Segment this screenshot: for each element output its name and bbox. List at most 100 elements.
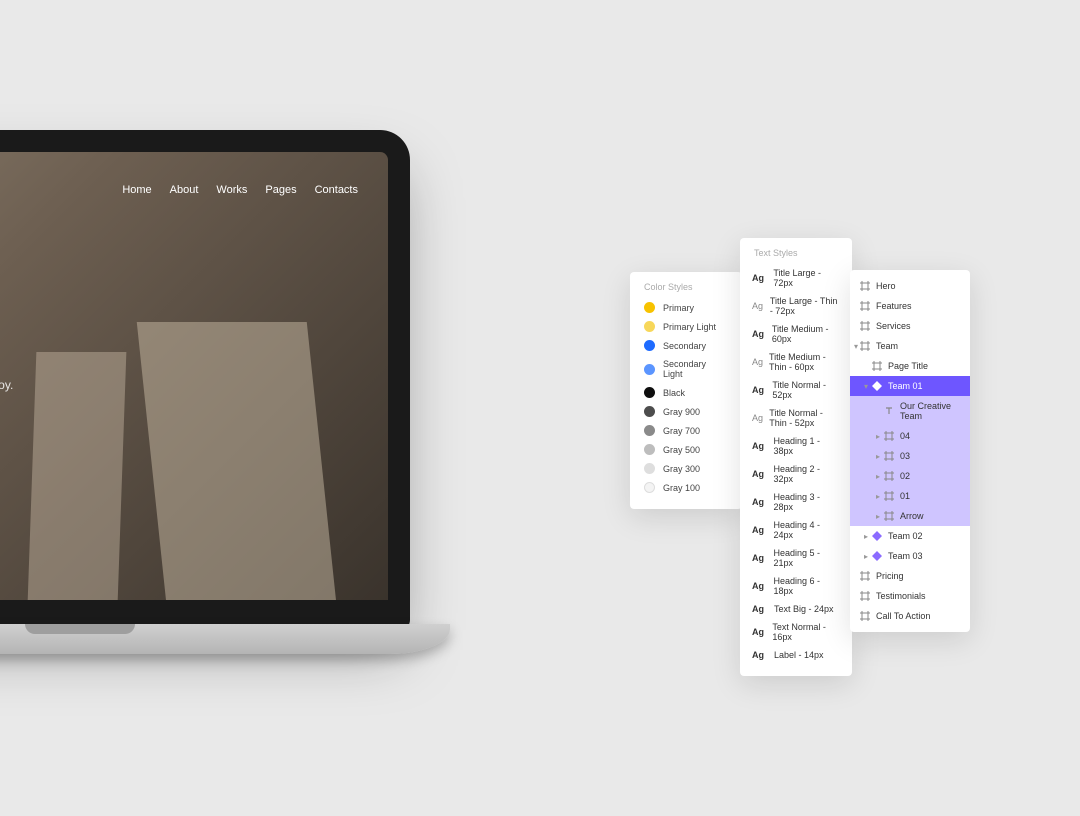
color-swatch-icon <box>644 444 655 455</box>
layer-row-testimonials[interactable]: Testimonials <box>850 586 970 606</box>
color-swatch-icon <box>644 425 655 436</box>
text-style-row[interactable]: Ag Title Large - 72px <box>740 264 852 292</box>
component-icon <box>872 531 882 541</box>
website-preview: Home About Works Pages Contacts r best i… <box>0 152 388 600</box>
text-style-row[interactable]: Ag Heading 5 - 21px <box>740 544 852 572</box>
layers-panel: Hero Features Services▾ Team Page Title▾… <box>850 270 970 632</box>
text-style-label: Label - 14px <box>774 650 824 660</box>
color-swatch-icon <box>644 340 655 351</box>
text-icon <box>884 406 894 416</box>
text-style-row[interactable]: Ag Title Medium - Thin - 60px <box>740 348 852 376</box>
layer-label: 03 <box>900 451 910 461</box>
layer-row-page-title[interactable]: Page Title <box>850 356 970 376</box>
text-style-row[interactable]: Ag Title Large - Thin - 72px <box>740 292 852 320</box>
text-style-row[interactable]: Ag Heading 1 - 38px <box>740 432 852 460</box>
text-style-row[interactable]: Ag Title Normal - 52px <box>740 376 852 404</box>
layer-row-hero[interactable]: Hero <box>850 276 970 296</box>
color-style-row[interactable]: Gray 900 <box>630 402 742 421</box>
layer-row-03[interactable]: ▸ 03 <box>850 446 970 466</box>
ag-sample-icon: Ag <box>752 553 768 563</box>
caret-icon[interactable]: ▾ <box>854 342 858 351</box>
text-style-label: Text Big - 24px <box>774 604 834 614</box>
text-style-row[interactable]: Ag Text Normal - 16px <box>740 618 852 646</box>
frame-icon <box>860 591 870 601</box>
nav-link-about[interactable]: About <box>170 184 199 196</box>
color-style-row[interactable]: Gray 500 <box>630 440 742 459</box>
layer-label: Arrow <box>900 511 924 521</box>
component-icon <box>872 381 882 391</box>
text-style-row[interactable]: Ag Heading 2 - 32px <box>740 460 852 488</box>
layer-label: Pricing <box>876 571 904 581</box>
ag-sample-icon: Ag <box>752 329 766 339</box>
text-style-label: Title Normal - Thin - 52px <box>769 408 840 428</box>
layer-row-pricing[interactable]: Pricing <box>850 566 970 586</box>
ag-sample-icon: Ag <box>752 273 767 283</box>
layer-row-our-creative-team[interactable]: Our Creative Team <box>850 396 970 426</box>
layer-label: Services <box>876 321 911 331</box>
layer-row-04[interactable]: ▸ 04 <box>850 426 970 446</box>
frame-icon <box>884 511 894 521</box>
text-style-label: Title Medium - 60px <box>772 324 840 344</box>
caret-icon[interactable]: ▸ <box>864 552 868 561</box>
laptop-notch <box>25 624 135 634</box>
color-style-row[interactable]: Gray 700 <box>630 421 742 440</box>
color-swatch-icon <box>644 463 655 474</box>
ag-sample-icon: Ag <box>752 441 768 451</box>
frame-icon <box>884 451 894 461</box>
caret-icon[interactable]: ▸ <box>876 512 880 521</box>
caret-icon[interactable]: ▸ <box>876 472 880 481</box>
frame-icon <box>860 341 870 351</box>
frame-icon <box>860 321 870 331</box>
layer-row-features[interactable]: Features <box>850 296 970 316</box>
layer-label: Features <box>876 301 912 311</box>
layer-row-team-02[interactable]: ▸ Team 02 <box>850 526 970 546</box>
layer-row-services[interactable]: Services <box>850 316 970 336</box>
layer-row-02[interactable]: ▸ 02 <box>850 466 970 486</box>
nav-link-home[interactable]: Home <box>122 184 151 196</box>
color-style-row[interactable]: Primary <box>630 298 742 317</box>
caret-icon[interactable]: ▸ <box>864 532 868 541</box>
nav-link-works[interactable]: Works <box>216 184 247 196</box>
layer-row-call-to-action[interactable]: Call To Action <box>850 606 970 626</box>
layer-row-team-03[interactable]: ▸ Team 03 <box>850 546 970 566</box>
text-style-row[interactable]: Ag Heading 4 - 24px <box>740 516 852 544</box>
laptop-mockup: Home About Works Pages Contacts r best i… <box>0 130 450 670</box>
layer-row-team-01[interactable]: ▾ Team 01 <box>850 376 970 396</box>
caret-icon[interactable]: ▸ <box>876 432 880 441</box>
text-style-row[interactable]: Ag Text Big - 24px <box>740 600 852 618</box>
nav-link-pages[interactable]: Pages <box>265 184 296 196</box>
laptop-bezel: Home About Works Pages Contacts r best i… <box>0 130 410 630</box>
color-style-row[interactable]: Secondary Light <box>630 355 742 383</box>
layer-label: 02 <box>900 471 910 481</box>
text-style-row[interactable]: Ag Title Normal - Thin - 52px <box>740 404 852 432</box>
caret-icon[interactable]: ▸ <box>876 452 880 461</box>
layer-row-team[interactable]: ▾ Team <box>850 336 970 356</box>
nav-link-contacts[interactable]: Contacts <box>315 184 358 196</box>
layer-row-01[interactable]: ▸ 01 <box>850 486 970 506</box>
text-style-row[interactable]: Ag Label - 14px <box>740 646 852 664</box>
text-style-row[interactable]: Ag Heading 3 - 28px <box>740 488 852 516</box>
color-name: Gray 700 <box>663 426 700 436</box>
color-swatch-icon <box>644 302 655 313</box>
color-style-row[interactable]: Secondary <box>630 336 742 355</box>
text-styles-panel: Text Styles Ag Title Large - 72pxAg Titl… <box>740 238 852 676</box>
frame-icon <box>860 571 870 581</box>
text-style-row[interactable]: Ag Title Medium - 60px <box>740 320 852 348</box>
color-style-row[interactable]: Gray 300 <box>630 459 742 478</box>
layer-label: Team 02 <box>888 531 923 541</box>
color-style-row[interactable]: Gray 100 <box>630 478 742 497</box>
caret-icon[interactable]: ▸ <box>876 492 880 501</box>
text-style-row[interactable]: Ag Heading 6 - 18px <box>740 572 852 600</box>
color-swatch-icon <box>644 406 655 417</box>
ag-sample-icon: Ag <box>752 604 768 614</box>
layer-row-arrow[interactable]: ▸ Arrow <box>850 506 970 526</box>
panel-title: Text Styles <box>740 238 852 264</box>
color-style-row[interactable]: Black <box>630 383 742 402</box>
layer-label: Team 01 <box>888 381 923 391</box>
color-style-row[interactable]: Primary Light <box>630 317 742 336</box>
layer-label: Team 03 <box>888 551 923 561</box>
ag-sample-icon: Ag <box>752 469 768 479</box>
text-style-label: Title Medium - Thin - 60px <box>769 352 840 372</box>
caret-icon[interactable]: ▾ <box>864 382 868 391</box>
frame-icon <box>872 361 882 371</box>
